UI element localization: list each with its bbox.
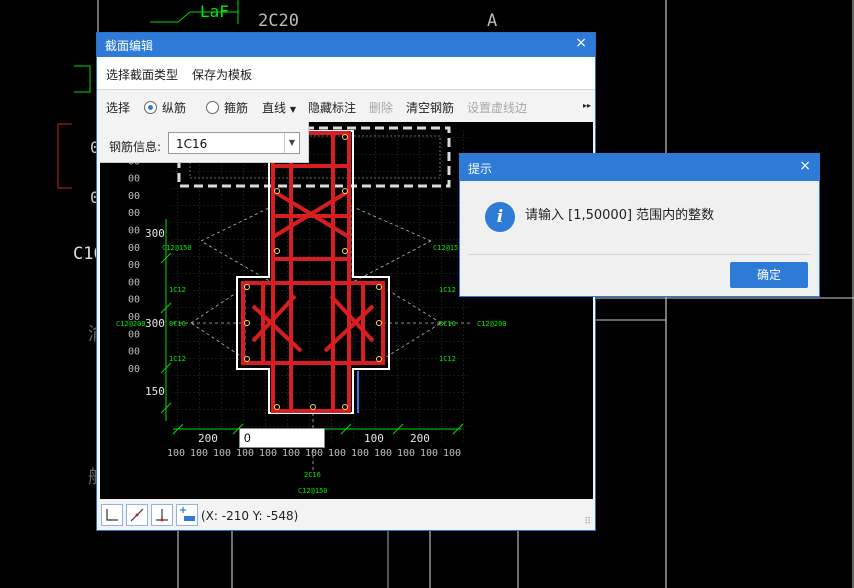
- rebar-info-label: 钢筋信息:: [109, 140, 162, 154]
- left-dim-label: 00: [128, 347, 140, 358]
- panel-toolbar: 选择 纵筋 箍筋 直线 ▼ 隐藏标注 删除 清空钢筋 设置虚线边 ▸▸: [97, 91, 595, 121]
- bottom-tick-label: 100: [213, 448, 231, 459]
- menu-select-section-type[interactable]: 选择截面类型: [106, 66, 178, 83]
- bottom-tick-label: 100: [328, 448, 346, 459]
- bottom-tick-label: 100: [305, 448, 323, 459]
- left-dim-label: 00: [128, 208, 140, 219]
- info-icon: i: [485, 202, 515, 232]
- label-c12-150-right: C12@15: [433, 244, 458, 252]
- left-dim-label: 00: [128, 243, 140, 254]
- dimension-input-toggle-icon[interactable]: [176, 504, 198, 526]
- ok-button[interactable]: 确定: [730, 262, 808, 288]
- label-2c16: 2C16: [304, 471, 321, 479]
- label-1c12-d: 1C12: [439, 355, 456, 363]
- axis-a-label: A: [487, 11, 498, 31]
- label-1c12-c: 1C12: [169, 355, 186, 363]
- label-c12-200-right: C12@200: [477, 320, 507, 328]
- bottom-tick-label: 100: [236, 448, 254, 459]
- left-dim-label: 00: [128, 364, 140, 375]
- menu-save-as-template[interactable]: 保存为模板: [192, 66, 252, 83]
- perpendicular-snap-icon[interactable]: [151, 504, 173, 526]
- left-dim-label: 00: [128, 191, 140, 202]
- dialog-close-icon[interactable]: ×: [799, 158, 811, 174]
- bottom-dim-200a: 200: [198, 432, 218, 445]
- panel-statusbar: (X: -210 Y: -548) ⠿: [97, 500, 595, 530]
- panel-menubar: 选择截面类型 保存为模板: [97, 57, 595, 90]
- polar-track-icon[interactable]: [126, 504, 148, 526]
- bottom-tick-label: 100: [190, 448, 208, 459]
- line-mode-label: 直线: [262, 101, 287, 115]
- rebar-info-value: 1C16: [176, 137, 208, 151]
- radio-longitudinal-label: 纵筋: [162, 101, 187, 115]
- label-1c12-b: 1C12: [439, 286, 456, 294]
- bottom-tick-label: 100: [397, 448, 415, 459]
- dialog-title: 提示: [468, 162, 493, 176]
- dialog-titlebar[interactable]: 提示 ×: [460, 154, 819, 181]
- radio-checked-icon: [144, 101, 157, 114]
- tool-hide-label[interactable]: 隐藏标注: [308, 99, 356, 116]
- bottom-dim-200b: 200: [410, 432, 430, 445]
- bottom-tick-label: 100: [167, 448, 185, 459]
- rebar-info-combobox[interactable]: 1C16 ▼: [168, 132, 300, 154]
- cursor-coordinates: (X: -210 Y: -548): [201, 509, 299, 523]
- label-8c16-right: 8C16: [439, 320, 456, 328]
- panel-titlebar[interactable]: 截面编辑 ×: [97, 33, 595, 57]
- radio-longitudinal[interactable]: 纵筋: [144, 99, 186, 116]
- radio-stirrup[interactable]: 箍筋: [206, 99, 248, 116]
- dimension-input[interactable]: [239, 428, 325, 448]
- tool-clear-rebar[interactable]: 清空钢筋: [406, 99, 454, 116]
- orthogonal-snap-icon[interactable]: [101, 504, 123, 526]
- left-dim-label: 00: [128, 329, 140, 340]
- resize-grip-icon[interactable]: ⠿: [584, 517, 591, 527]
- bottom-tick-label: 100: [443, 448, 461, 459]
- panel-title: 截面编辑: [105, 39, 154, 53]
- label-c12-200-left: C12@200: [116, 320, 146, 328]
- label-8c16-left: 8C16: [169, 320, 186, 328]
- label-c12-150-bottom: C12@150: [298, 487, 328, 495]
- left-dim-labels: 0000000000000000000000000000: [128, 139, 140, 375]
- left-dim-label: 00: [128, 260, 140, 271]
- tool-set-dashed-edge[interactable]: 设置虚线边: [467, 99, 527, 116]
- tool-delete[interactable]: 删除: [369, 99, 393, 116]
- dim-300a: 300: [145, 227, 165, 240]
- left-dim-label: 00: [128, 226, 140, 237]
- dim-150: 150: [145, 385, 165, 398]
- left-dim-label: 00: [128, 295, 140, 306]
- rebar-2c20-label: 2C20: [258, 11, 299, 31]
- radio-unchecked-icon: [206, 101, 219, 114]
- bottom-tick-label: 100: [351, 448, 369, 459]
- bottom-tick-label: 100: [282, 448, 300, 459]
- chevron-down-icon: ▼: [289, 105, 296, 114]
- dim-300b: 300: [145, 317, 165, 330]
- prompt-dialog: 提示 × i 请输入 [1,50000] 范围内的整数 确定: [459, 153, 820, 297]
- left-dim-label: 00: [128, 277, 140, 288]
- tool-select[interactable]: 选择: [106, 99, 130, 116]
- bottom-tick-labels: 100 100 100 100 100 100 100 100 100 100 100 100 100: [167, 448, 461, 459]
- line-mode-dropdown[interactable]: 直线 ▼: [262, 99, 296, 116]
- panel-close-icon[interactable]: ×: [575, 35, 587, 51]
- radio-stirrup-label: 箍筋: [224, 101, 249, 115]
- dialog-separator: [468, 254, 811, 255]
- bottom-tick-label: 100: [374, 448, 392, 459]
- grid-area: [169, 131, 469, 441]
- dialog-message: 请输入 [1,50000] 范围内的整数: [525, 208, 715, 223]
- bottom-tick-label: 100: [259, 448, 277, 459]
- bottom-tick-label: 100: [420, 448, 438, 459]
- left-dim-label: 00: [128, 174, 140, 185]
- label-c12-150-left: C12@150: [162, 244, 192, 252]
- laf-label: LaF: [200, 2, 229, 21]
- chevron-down-icon[interactable]: ▼: [284, 133, 299, 153]
- label-1c12-a: 1C12: [169, 286, 186, 294]
- rebar-info-bar: 钢筋信息: 1C16 ▼: [100, 122, 309, 163]
- bottom-dim-100: 100: [364, 432, 384, 445]
- toolbar-overflow-icon[interactable]: ▸▸: [583, 101, 591, 110]
